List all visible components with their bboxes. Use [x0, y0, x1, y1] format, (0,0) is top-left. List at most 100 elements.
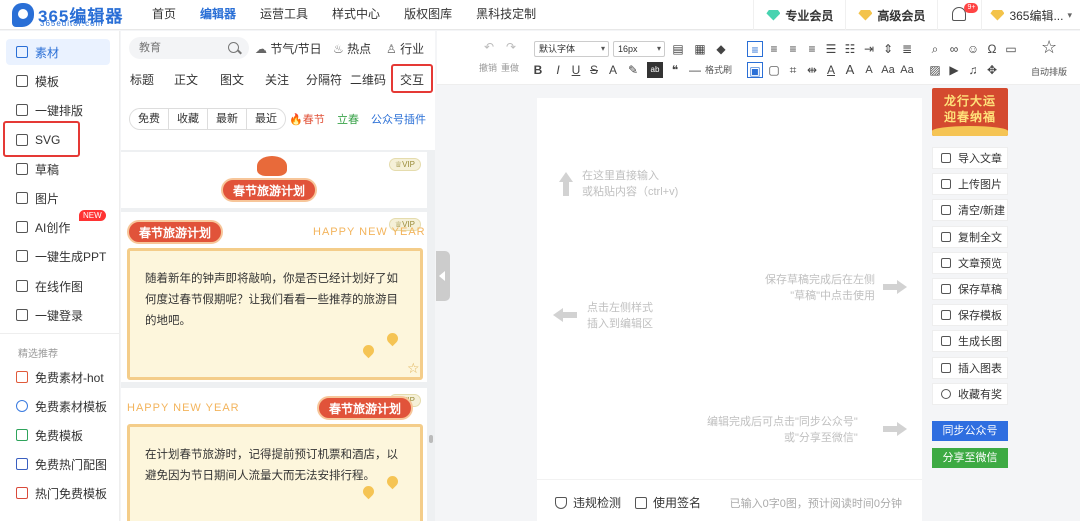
save-template-button[interactable]: 保存模板 [932, 304, 1008, 326]
table-icon[interactable]: ▦ [692, 41, 708, 57]
sidebar-item-svg[interactable]: SVG [6, 127, 110, 153]
nav-style-center[interactable]: 样式中心 [320, 0, 392, 30]
tab-divider[interactable]: 分隔符 [302, 67, 346, 93]
code-icon[interactable]: ▭ [1003, 41, 1019, 57]
scrollbar[interactable] [429, 435, 433, 443]
undo-icon[interactable]: ↶ [481, 39, 497, 55]
senior-member-button[interactable]: 高级会员 [845, 0, 937, 30]
nav-operations[interactable]: 运营工具 [248, 0, 320, 30]
horizontal-line-icon[interactable]: — [687, 62, 703, 78]
user-menu[interactable]: 365编辑... ▾ [981, 0, 1080, 30]
tab-interactive[interactable]: 交互 [393, 67, 431, 93]
quick-link-hot[interactable]: ♨ 热点 [333, 40, 371, 57]
import-article-button[interactable]: 导入文章 [932, 147, 1008, 169]
filter-favorite[interactable]: 收藏 [169, 109, 208, 129]
favorite-reward-button[interactable]: 收藏有奖 [932, 383, 1008, 405]
audio-icon[interactable]: ♫ [965, 62, 981, 78]
preview-button[interactable]: 文章预览 [932, 252, 1008, 274]
recommend-free-images[interactable]: 免费热门配图 [6, 451, 110, 477]
signature-button[interactable]: 使用签名 [635, 494, 701, 511]
sidebar-item-draft[interactable]: 草稿 [6, 156, 110, 182]
redo-icon[interactable]: ↷ [503, 39, 519, 55]
box-icon[interactable]: ▣ [747, 62, 763, 78]
plugin-link[interactable]: 公众号插件 [371, 111, 426, 127]
filter-free[interactable]: 免费 [130, 109, 169, 129]
font-family-select[interactable]: 默认字体 [534, 41, 609, 57]
strikethrough-icon[interactable]: S [586, 62, 602, 78]
outdent-icon[interactable]: ≣ [899, 41, 915, 57]
filter-recent[interactable]: 最近 [247, 109, 285, 129]
copy-all-button[interactable]: 复制全文 [932, 226, 1008, 248]
link-break-icon[interactable]: ⇹ [804, 62, 820, 78]
clear-new-button[interactable]: 清空/新建 [932, 199, 1008, 221]
filter-solar-term[interactable]: 立春 [337, 111, 359, 127]
find-replace-icon[interactable]: ⌕ [927, 41, 943, 57]
align-left-icon[interactable]: ≡ [747, 41, 763, 57]
recommend-hot-free-template[interactable]: 热门免费模板 [6, 480, 110, 506]
style-card[interactable]: ♕VIP 春节旅游计划 [121, 152, 427, 208]
nav-editor[interactable]: 编辑器 [188, 0, 248, 30]
text-color-icon[interactable]: A [823, 62, 839, 78]
filter-spring-festival[interactable]: 🔥春节 [289, 111, 325, 127]
auto-layout-icon[interactable]: ☆ [1041, 38, 1057, 56]
sidebar-item-image[interactable]: 图片 [6, 185, 110, 211]
recommend-free-material-hot[interactable]: 免费素材-hot [6, 364, 110, 390]
sidebar-item-ai[interactable]: AI创作 NEW [6, 210, 110, 240]
italic-icon[interactable]: I [550, 62, 566, 78]
sidebar-item-material[interactable]: 素材 [6, 39, 110, 65]
clipboard-icon[interactable]: ▤ [670, 41, 686, 57]
font-size-select[interactable]: 16px [613, 41, 665, 57]
ordered-list-icon[interactable]: ☰ [823, 41, 839, 57]
align-justify-icon[interactable]: ≡ [804, 41, 820, 57]
nav-home[interactable]: 首页 [140, 0, 188, 30]
font-color-icon[interactable]: A [605, 62, 621, 78]
tab-follow[interactable]: 关注 [258, 67, 296, 93]
quick-link-festival[interactable]: ☁ 节气/节日 [255, 40, 322, 57]
text-style-icon[interactable]: ab [647, 62, 663, 78]
sidebar-item-login[interactable]: 一键登录 [6, 302, 110, 328]
pro-member-button[interactable]: 专业会员 [753, 0, 845, 30]
quick-link-industry[interactable]: ♙ 行业 [386, 40, 424, 57]
sync-wechat-button[interactable]: 同步公众号 [932, 421, 1008, 441]
font-increase-icon[interactable]: A [842, 62, 858, 78]
align-center-icon[interactable]: ≡ [766, 41, 782, 57]
violation-check-button[interactable]: 违规检测 [555, 494, 621, 511]
style-card[interactable]: ♕VIP HAPPY NEW YEAR 春节旅游计划 在计划春节旅游时，记得提前… [121, 388, 427, 521]
case-toggle-icon[interactable]: Aa [899, 62, 915, 78]
font-decrease-icon[interactable]: A [861, 62, 877, 78]
move-icon[interactable]: ✥ [984, 62, 1000, 78]
search-input[interactable] [139, 39, 219, 57]
star-icon[interactable]: ☆ [407, 360, 420, 377]
link-icon[interactable]: ∞ [946, 41, 962, 57]
upload-image-button[interactable]: 上传图片 [932, 173, 1008, 195]
insert-image-icon[interactable]: ▨ [927, 62, 943, 78]
unordered-list-icon[interactable]: ☷ [842, 41, 858, 57]
crop-icon[interactable]: ⌗ [785, 62, 801, 78]
align-right-icon[interactable]: ≡ [785, 41, 801, 57]
tab-qrcode[interactable]: 二维码 [348, 67, 388, 93]
emoji-icon[interactable]: ☺ [965, 41, 981, 57]
box-outline-icon[interactable]: ▢ [766, 62, 782, 78]
editor-area[interactable]: 在这里直接输入 或粘贴内容（ctrl+v) 点击左侧样式 插入到编辑区 保存草稿… [537, 98, 922, 521]
promo-banner[interactable]: 龙行大运 迎春纳福 [932, 88, 1008, 136]
line-height-icon[interactable]: ⇕ [880, 41, 896, 57]
search-icon[interactable] [228, 42, 239, 53]
format-painter-icon[interactable]: ◆ [713, 41, 729, 57]
uppercase-icon[interactable]: Aa [880, 62, 896, 78]
sidebar-item-draw[interactable]: 在线作图 [6, 273, 110, 299]
underline-icon[interactable]: U [568, 62, 584, 78]
filter-newest[interactable]: 最新 [208, 109, 247, 129]
style-card[interactable]: ♕VIP 春节旅游计划 HAPPY NEW YEAR 随着新年的钟声即将敲响，你… [121, 212, 427, 382]
sidebar-item-ppt[interactable]: 一键生成PPT [6, 243, 110, 269]
sidebar-item-layout[interactable]: 一键排版 [6, 97, 110, 123]
omega-icon[interactable]: Ω [984, 41, 1000, 57]
indent-icon[interactable]: ⇥ [861, 41, 877, 57]
recommend-free-template[interactable]: 免费模板 [6, 422, 110, 448]
video-icon[interactable]: ▶ [946, 62, 962, 78]
long-image-button[interactable]: 生成长图 [932, 330, 1008, 352]
logo[interactable]: 365编辑器 365editor.com [12, 2, 122, 28]
tab-title[interactable]: 标题 [123, 67, 161, 93]
recommend-free-material-template[interactable]: 免费素材模板 [6, 393, 110, 419]
save-draft-button[interactable]: 保存草稿 [932, 278, 1008, 300]
tab-body[interactable]: 正文 [167, 67, 205, 93]
